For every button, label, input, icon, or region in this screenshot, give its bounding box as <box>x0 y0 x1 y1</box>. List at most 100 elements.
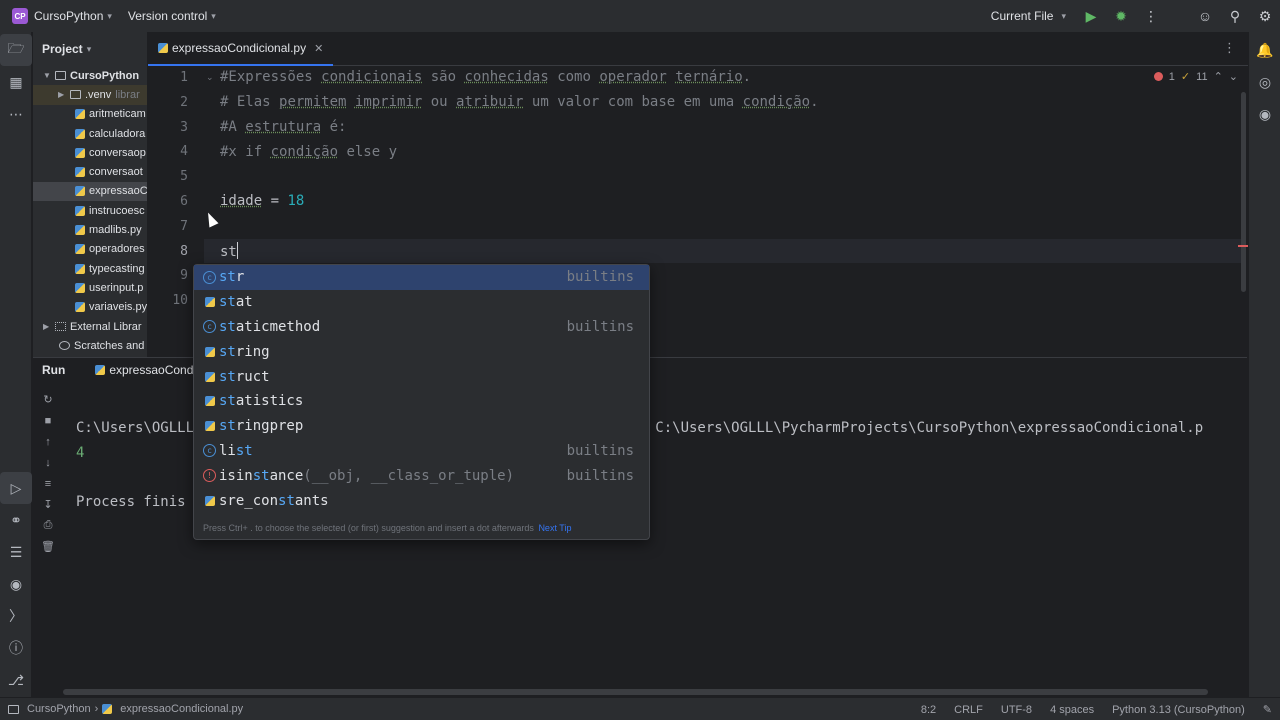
tab-label: expressaoCondicional.py <box>172 41 307 55</box>
lock-icon[interactable]: ✎ <box>1263 703 1272 716</box>
settings-gear-icon[interactable]: ⚙ <box>1250 0 1280 32</box>
copilot-icon[interactable]: ◉ <box>1249 98 1280 130</box>
git-icon[interactable]: ⎇ <box>0 664 32 696</box>
debug-icon[interactable]: ✹ <box>1106 0 1136 32</box>
rerun-icon[interactable]: ↻ <box>33 389 63 410</box>
add-user-icon[interactable]: ☺ <box>1190 0 1220 32</box>
more-tools-icon[interactable]: ⋯ <box>0 98 32 130</box>
tree-item-label: conversaop <box>89 146 146 159</box>
python-interpreter[interactable]: Python 3.13 (CursoPython) <box>1112 704 1245 716</box>
tree-item-file[interactable]: madlibs.py <box>33 220 147 239</box>
tree-item-file[interactable]: typecasting <box>33 259 147 278</box>
console-output[interactable]: C:\Users\OGLLL xe C:\Users\OGLLL\PycharmP… <box>76 416 1203 515</box>
scroll-down-icon[interactable]: ↓ <box>33 452 63 473</box>
file-encoding[interactable]: UTF-8 <box>1001 704 1032 716</box>
version-control-menu[interactable]: Version control <box>128 9 207 23</box>
completion-item[interactable]: st at <box>194 290 649 315</box>
completion-item[interactable]: st ruct <box>194 364 649 389</box>
editor-vertical-scrollbar[interactable] <box>1241 92 1246 292</box>
more-tabs-icon[interactable]: ⋮ <box>1223 40 1236 56</box>
caret-position[interactable]: 8:2 <box>921 704 936 716</box>
chevron-up-icon[interactable]: ⌃ <box>1214 70 1223 83</box>
print-icon[interactable]: ⎙ <box>33 515 63 536</box>
project-panel-title: Project <box>42 42 83 56</box>
scroll-to-end-icon[interactable]: ↧ <box>33 494 63 515</box>
tree-item-external-libraries[interactable]: ▶ External Librar <box>33 317 147 336</box>
tab-expressao-condicional[interactable]: expressaoCondicional.py ✕ <box>148 32 334 66</box>
tree-item-label: instrucoesc <box>89 204 145 217</box>
stop-icon[interactable]: ■ <box>33 410 63 431</box>
breadcrumb-project[interactable]: CursoPython <box>27 703 91 715</box>
tree-item-file[interactable]: conversaot <box>33 162 147 181</box>
tree-item-file[interactable]: operadores <box>33 240 147 259</box>
code-line-1[interactable]: #Expressões condicionais são conhecidas … <box>220 69 751 85</box>
structure-icon[interactable]: ▦ <box>0 66 32 98</box>
completion-item[interactable]: ! isin st ance (__obj, __class_or_tuple) buil… <box>194 463 649 488</box>
soft-wrap-icon[interactable]: ≡ <box>33 473 63 494</box>
code-line-4[interactable]: #x if condição else y <box>220 144 397 160</box>
tree-item-file[interactable]: expressaoC <box>33 181 147 202</box>
tree-item-file[interactable]: calculadora <box>33 124 147 143</box>
class-icon: c <box>203 270 216 284</box>
ai-assistant-icon[interactable]: ◎ <box>1249 66 1280 98</box>
project-panel-header[interactable]: Project ▾ <box>33 32 147 66</box>
project-badge[interactable]: CP <box>12 8 28 24</box>
tree-item-venv[interactable]: ▶ .venv librar <box>33 85 147 105</box>
python-file-icon <box>75 302 85 313</box>
line-separator[interactable]: CRLF <box>954 704 983 716</box>
completion-match: st <box>219 318 236 335</box>
more-actions-icon[interactable]: ⋮ <box>1136 0 1166 32</box>
run-config-selector[interactable]: Current File <box>991 9 1054 23</box>
next-tip-link[interactable]: Next Tip <box>538 523 571 533</box>
completion-item[interactable]: c st aticmethod builtins <box>194 315 649 340</box>
inspection-widget[interactable]: 1 ✓ 11 ⌃ ⌄ <box>1153 70 1238 83</box>
tree-item-scratches[interactable]: Scratches and <box>33 336 147 355</box>
tree-root[interactable]: ▼ CursoPython <box>33 66 147 85</box>
code-line-8[interactable]: st <box>220 242 239 260</box>
tree-item-file[interactable]: variaveis.py <box>33 298 147 317</box>
terminal-icon[interactable]: 〉 <box>0 600 32 632</box>
scroll-up-icon[interactable]: ↑ <box>33 431 63 452</box>
run-tool-icon[interactable]: ▷ <box>0 472 32 504</box>
fold-icon[interactable]: ⌄ <box>206 72 214 83</box>
indent-setting[interactable]: 4 spaces <box>1050 704 1094 716</box>
completion-item[interactable]: st atistics <box>194 389 649 414</box>
problems-icon[interactable]: ⓘ <box>0 632 32 664</box>
python-file-icon <box>102 704 113 714</box>
breadcrumb-file[interactable]: expressaoCondicional.py <box>120 703 243 715</box>
code-line-3[interactable]: #A estrutura é: <box>220 119 346 135</box>
project-folder-icon[interactable]: 🗁 <box>0 34 32 66</box>
run-icon[interactable]: ▶ <box>1076 0 1106 32</box>
close-icon[interactable]: ✕ <box>314 42 323 55</box>
notifications-bell-icon[interactable]: 🔔 <box>1249 34 1280 66</box>
python-packages-icon[interactable]: ⚭ <box>0 504 32 536</box>
completion-rest: ring <box>235 343 270 360</box>
layers-icon[interactable]: ☰ <box>0 536 32 568</box>
completion-rest: ance <box>269 467 304 484</box>
completion-rest: at <box>235 294 253 311</box>
line-number: 9 <box>180 268 188 284</box>
tree-item-file[interactable]: aritmeticam <box>33 105 147 124</box>
tree-item-file[interactable]: conversaop <box>33 143 147 162</box>
python-file-icon <box>75 109 85 120</box>
error-stripe-marker[interactable] <box>1238 245 1248 247</box>
console-horizontal-scrollbar[interactable] <box>63 689 1208 695</box>
chevron-down-icon[interactable]: ⌄ <box>1229 70 1238 83</box>
services-icon[interactable]: ◉ <box>0 568 32 600</box>
code-line-6[interactable]: idade = 18 <box>220 193 304 209</box>
tree-item-file[interactable]: instrucoesc <box>33 201 147 220</box>
tree-item-label: calculadora <box>89 127 146 140</box>
completion-item[interactable]: st ring <box>194 339 649 364</box>
code-line-2[interactable]: # Elas permitem imprimir ou atribuir um … <box>220 94 819 110</box>
completion-item[interactable]: c st r builtins <box>194 265 649 290</box>
chevron-right-icon: ▶ <box>43 322 50 331</box>
trash-icon[interactable]: 🗑 <box>33 536 63 557</box>
completion-item[interactable]: sre_con st ants <box>194 488 649 513</box>
python-file-icon <box>75 244 85 255</box>
search-icon[interactable]: ⚲ <box>1220 0 1250 32</box>
project-name[interactable]: CursoPython <box>34 9 103 23</box>
tree-item-file[interactable]: userinput.p <box>33 278 147 297</box>
completion-item[interactable]: c li st builtins <box>194 439 649 464</box>
completion-item[interactable]: st ringprep <box>194 414 649 439</box>
completion-match: st <box>252 467 270 484</box>
